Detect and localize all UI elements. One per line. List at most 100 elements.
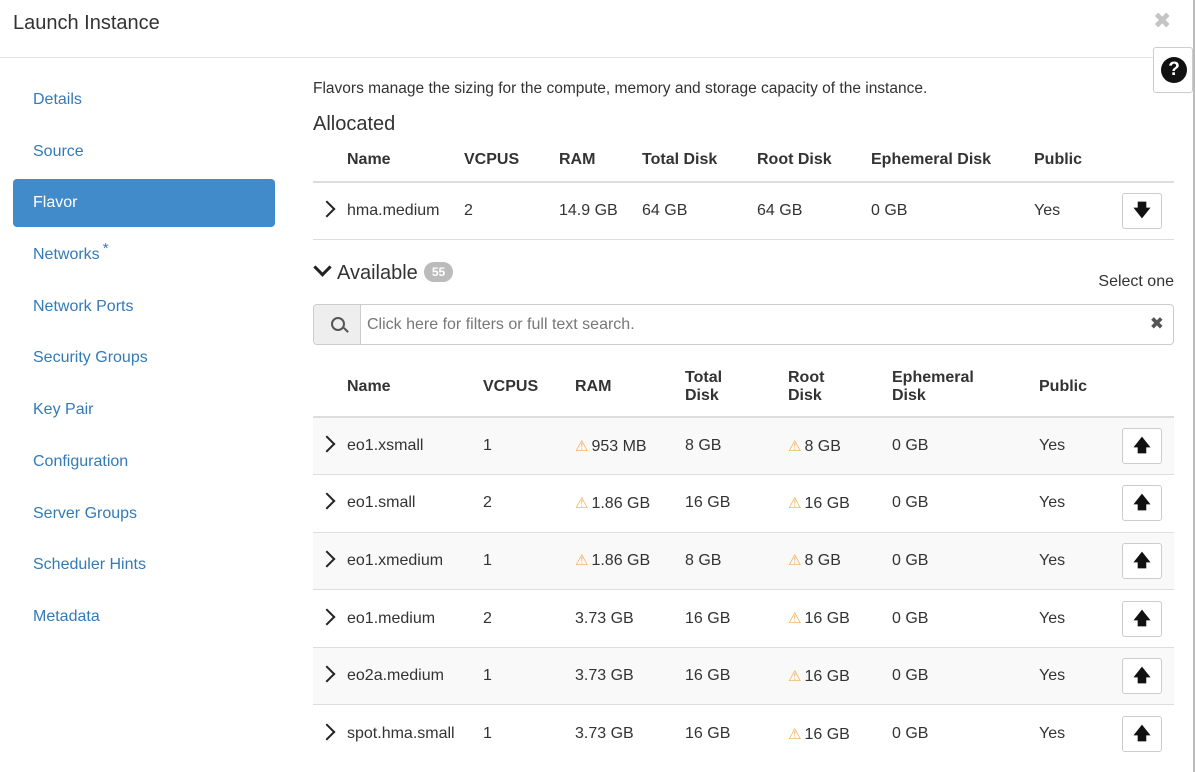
warning-icon: ⚠ [788,494,802,512]
column-action [1122,357,1174,417]
ram-value: 3.73 GB [575,725,634,743]
arrow-up-icon: 🡅 [1133,493,1151,513]
cell-vcpus: 2 [483,494,492,512]
select-hint: Select one [1098,273,1174,290]
column-expand [313,357,347,417]
column-root-disk[interactable]: Root Disk [788,357,892,417]
warning-icon: ⚠ [788,552,802,570]
root-disk-value: 8 GB [804,437,841,455]
column-ram[interactable]: RAM [575,357,685,417]
column-total-disk[interactable]: Total Disk [642,138,757,182]
chevron-right-icon[interactable] [318,665,336,683]
cell-total-disk: 16 GB [685,725,731,743]
available-toggle[interactable]: Available 55 [313,258,454,285]
search-bar: ✖ [313,304,1174,345]
column-ephemeral-disk[interactable]: Ephemeral Disk [892,357,1039,417]
cell-root-disk: ⚠ 8 GB [788,532,892,590]
allocate-button[interactable]: 🡅 [1122,658,1162,695]
modal-header: Launch Instance ✖ [0,0,1195,58]
chevron-right-icon[interactable] [318,492,336,510]
help-button[interactable]: ? [1153,47,1193,93]
wizard-nav: Details Source Flavor Networks * Network … [13,76,275,645]
warning-icon: ⚠ [788,667,802,685]
cell-root-disk: ⚠ 16 GB [788,590,892,648]
deallocate-button[interactable]: 🡇 [1122,192,1162,229]
allocate-button[interactable]: 🡅 [1122,716,1162,753]
header-line: Ephemeral [892,368,974,386]
cell-ephemeral-disk: 0 GB [892,437,929,455]
modal-title: Launch Instance [13,12,160,34]
warning-icon: ⚠ [575,494,589,512]
column-vcpus[interactable]: VCPUS [483,357,575,417]
arrow-up-icon: 🡅 [1133,666,1151,686]
nav-item-key-pair[interactable]: Key Pair [13,386,275,434]
chevron-right-icon[interactable] [318,435,336,453]
clear-search-icon[interactable]: ✖ [1150,314,1164,334]
arrow-up-icon: 🡅 [1133,608,1151,628]
column-root-disk[interactable]: Root Disk [757,138,871,182]
nav-item-details[interactable]: Details [13,76,275,124]
table-row: eo1.xmedium 1 ⚠ 1.86 GB 8 GB ⚠ 8 GB 0 GB Yes 🡅 [313,532,1174,590]
table-row: eo1.xsmall 1 ⚠ 953 MB 8 GB ⚠ 8 GB 0 GB Yes 🡅 [313,417,1174,475]
chevron-right-icon[interactable] [318,723,336,741]
cell-public: Yes [1039,551,1066,569]
available-table: Name VCPUS RAM Total Disk Root Disk Epheme… [313,357,1174,763]
close-icon[interactable]: ✖ [1153,8,1171,34]
nav-label: Metadata [33,607,100,625]
flavor-description: Flavors manage the sizing for the comput… [313,80,928,97]
cell-public: Yes [1039,667,1066,685]
nav-item-metadata[interactable]: Metadata [13,593,275,641]
arrow-up-icon: 🡅 [1133,550,1151,570]
column-name[interactable]: Name [347,138,464,182]
nav-label: Key Pair [33,401,94,419]
arrow-down-icon: 🡇 [1133,200,1151,220]
nav-label: Configuration [33,452,129,470]
cell-name: eo1.xsmall [347,437,424,455]
header-line: Total [685,368,723,386]
cell-public: Yes [1039,725,1066,743]
nav-label: Scheduler Hints [33,556,146,574]
nav-item-networks[interactable]: Networks * [13,231,275,279]
nav-item-configuration[interactable]: Configuration [13,438,275,486]
table-row: eo1.small 2 ⚠ 1.86 GB 16 GB ⚠ 16 GB 0 GB Yes 🡅 [313,474,1174,533]
chevron-right-icon[interactable] [318,550,336,568]
table-row: hma.medium 2 14.9 GB 64 GB 64 GB 0 GB Ye… [313,182,1174,239]
warning-icon: ⚠ [575,552,589,570]
cell-root-disk: 64 GB [757,201,803,219]
cell-ephemeral-disk: 0 GB [892,551,929,569]
cell-vcpus: 1 [483,725,492,743]
chevron-right-icon[interactable] [318,200,336,218]
cell-name: eo1.small [347,494,416,512]
column-ram[interactable]: RAM [559,138,642,182]
cell-ram: 14.9 GB [559,201,618,219]
column-public[interactable]: Public [1034,138,1122,182]
nav-item-network-ports[interactable]: Network Ports [13,283,275,331]
allocate-button[interactable]: 🡅 [1122,428,1162,465]
column-ephemeral-disk[interactable]: Ephemeral Disk [871,138,1034,182]
nav-label: Source [33,142,84,160]
header-line: Disk [892,386,926,404]
cell-total-disk: 8 GB [685,551,722,569]
allocated-header-row: Name VCPUS RAM Total Disk Root Disk Ephe… [313,138,1174,182]
allocate-button[interactable]: 🡅 [1122,542,1162,579]
chevron-right-icon[interactable] [318,608,336,626]
search-input[interactable] [361,305,1137,344]
cell-total-disk: 8 GB [685,437,722,455]
nav-item-source[interactable]: Source [13,128,275,176]
column-name[interactable]: Name [347,357,483,417]
allocate-button[interactable]: 🡅 [1122,485,1162,522]
ram-value: 1.86 GB [591,552,651,570]
ram-value: 1.86 GB [591,494,651,512]
cell-total-disk: 16 GB [685,494,731,512]
nav-item-scheduler-hints[interactable]: Scheduler Hints [13,541,275,589]
nav-item-security-groups[interactable]: Security Groups [13,334,275,382]
nav-item-flavor[interactable]: Flavor [13,179,275,228]
cell-ephemeral-disk: 0 GB [892,494,929,512]
nav-item-server-groups[interactable]: Server Groups [13,490,275,538]
column-total-disk[interactable]: Total Disk [685,357,788,417]
column-vcpus[interactable]: VCPUS [464,138,559,182]
allocate-button[interactable]: 🡅 [1122,600,1162,637]
cell-total-disk: 16 GB [685,609,731,627]
column-public[interactable]: Public [1039,357,1122,417]
cell-ram: 3.73 GB [575,590,685,648]
